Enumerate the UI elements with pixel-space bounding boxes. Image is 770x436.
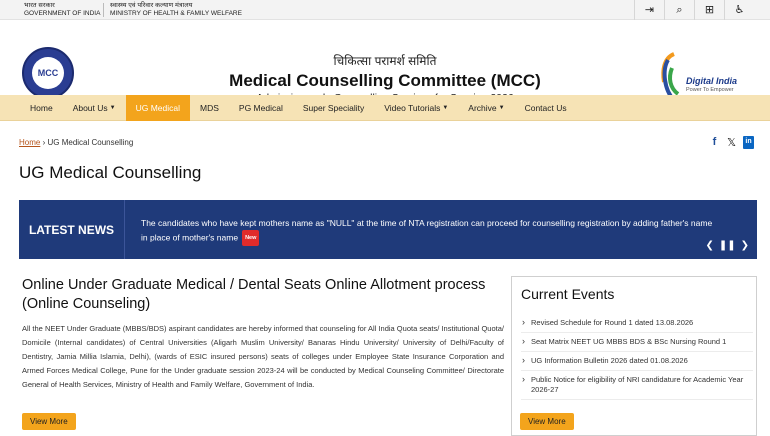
current-events-title: Current Events: [521, 286, 615, 302]
nav-archive[interactable]: Archive ▼: [458, 95, 514, 121]
nav-about-us[interactable]: About Us ▼: [63, 95, 126, 121]
nav-home[interactable]: Home: [20, 95, 63, 121]
nav-ug-medical[interactable]: UG Medical: [125, 95, 191, 121]
gov-tools: ⇥ ⌕ ⊞ ♿: [634, 0, 754, 20]
events-list: Revised Schedule for Round 1 dated 13.08…: [521, 314, 753, 400]
ministry-label[interactable]: स्वास्थ्य एवं परिवार कल्याण मंत्रालय MIN…: [110, 2, 242, 18]
nav-about-us-label: About Us: [72, 103, 108, 113]
latest-news-label: LATEST NEWS: [19, 200, 125, 259]
main-heading: Online Under Graduate Medical / Dental S…: [22, 277, 486, 312]
skip-to-content-icon[interactable]: ⇥: [634, 0, 664, 20]
breadcrumb-current: UG Medical Counselling: [47, 138, 134, 147]
nav-archive-label: Archive: [468, 103, 497, 113]
event-item[interactable]: Seat Matrix NEET UG MBBS BDS & BSc Nursi…: [521, 333, 753, 352]
events-view-more-button[interactable]: View More: [520, 413, 574, 430]
nav-video-tutorials[interactable]: Video Tutorials ▼: [374, 95, 458, 121]
ministry-hindi-text: स्वास्थ्य एवं परिवार कल्याण मंत्रालय: [110, 2, 193, 9]
news-item[interactable]: The candidates who have kept mothers nam…: [141, 216, 721, 246]
sitemap-icon[interactable]: ⊞: [694, 0, 724, 20]
new-badge: New: [242, 230, 260, 246]
social-share: f 𝕏 in: [709, 136, 754, 149]
current-events-panel: Current Events Revised Schedule for Roun…: [511, 276, 757, 436]
news-controls: ❮ ❚❚ ❯: [705, 240, 749, 251]
latest-news-banner: LATEST NEWS The candidates who have kept…: [19, 200, 757, 259]
gov-hindi-text: भारत सरकार: [24, 2, 55, 9]
breadcrumb: Home › UG Medical Counselling: [19, 138, 133, 147]
accessibility-icon[interactable]: ♿: [724, 0, 754, 20]
breadcrumb-home-link[interactable]: Home: [19, 138, 40, 147]
event-item[interactable]: Public Notice for eligibility of NRI can…: [521, 371, 753, 400]
breadcrumb-separator: ›: [42, 138, 46, 147]
nav-contact-us[interactable]: Contact Us: [515, 95, 577, 121]
nav-super-speciality-label: Super Speciality: [302, 103, 365, 113]
nav-pg-medical[interactable]: PG Medical: [229, 95, 293, 121]
nav-ug-medical-label: UG Medical: [135, 103, 181, 113]
nav-mds-label: MDS: [200, 103, 219, 113]
gov-divider: [103, 3, 104, 17]
gov-english-text: GOVERNMENT OF INDIA: [24, 10, 101, 17]
ministry-english-text: MINISTRY OF HEALTH & FAMILY WELFARE: [110, 10, 242, 17]
next-arrow-icon[interactable]: ❯: [741, 240, 749, 251]
main-nav: Home About Us ▼ UG Medical MDS PG Medical…: [0, 95, 770, 121]
main-body-text: All the NEET Under Graduate (MBBS/BDS) a…: [22, 324, 504, 389]
nav-home-label: Home: [30, 103, 53, 113]
news-item-text: The candidates who have kept mothers nam…: [141, 218, 713, 243]
facebook-icon[interactable]: f: [709, 136, 720, 149]
mcc-logo-text: MCC: [32, 57, 64, 89]
pause-icon[interactable]: ❚❚: [719, 240, 736, 251]
nav-mds[interactable]: MDS: [190, 95, 229, 121]
gov-india-label: भारत सरकार GOVERNMENT OF INDIA: [24, 2, 100, 18]
mcc-logo[interactable]: MCC: [22, 47, 74, 99]
nav-pg-medical-label: PG Medical: [238, 103, 283, 113]
site-title-hindi: चिकित्सा परामर्श समिति: [333, 54, 437, 68]
x-twitter-icon[interactable]: 𝕏: [726, 136, 737, 149]
nav-super-speciality[interactable]: Super Speciality: [293, 95, 374, 121]
nav-video-tutorials-label: Video Tutorials: [384, 103, 441, 113]
digital-india-tagline: Power To Empower: [686, 87, 734, 93]
event-item[interactable]: Revised Schedule for Round 1 dated 13.08…: [521, 314, 753, 333]
chevron-down-icon: ▼: [442, 105, 449, 111]
site-header: MCC चिकित्सा परामर्श समिति Medical Couns…: [0, 20, 770, 104]
linkedin-icon[interactable]: in: [743, 136, 754, 149]
event-item[interactable]: UG Information Bulletin 2026 dated 01.08…: [521, 352, 753, 371]
search-icon[interactable]: ⌕: [664, 0, 694, 20]
page-title: UG Medical Counselling: [19, 163, 202, 182]
gov-strip: भारत सरकार GOVERNMENT OF INDIA स्वास्थ्य…: [0, 0, 770, 20]
previous-arrow-icon[interactable]: ❮: [705, 240, 713, 251]
site-title: Medical Counselling Committee (MCC): [229, 71, 541, 90]
chevron-down-icon: ▼: [498, 105, 505, 111]
view-more-button[interactable]: View More: [22, 413, 76, 430]
digital-india-text: Digital India: [686, 76, 738, 86]
chevron-down-icon: ▼: [109, 105, 116, 111]
nav-contact-us-label: Contact Us: [524, 103, 567, 113]
